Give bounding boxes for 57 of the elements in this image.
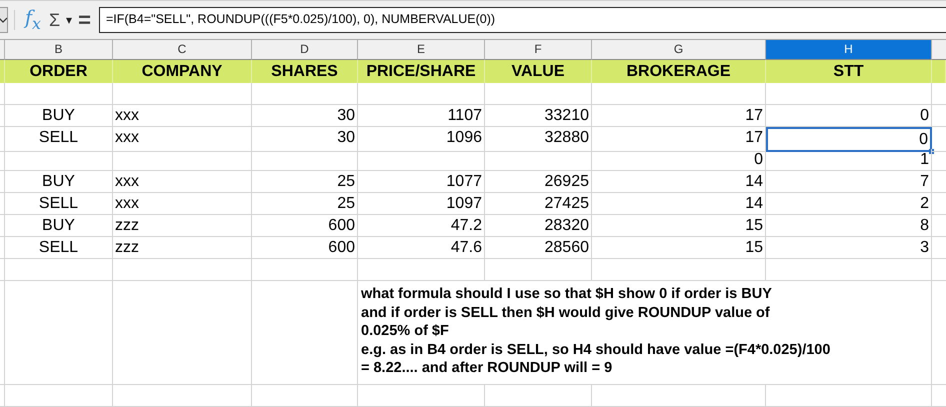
table-cell: 30 (252, 105, 358, 127)
table-cell: 28560 (485, 237, 592, 259)
table-cell: SELL (5, 193, 113, 215)
table-cell: 47.2 (358, 215, 485, 237)
chevron-down-icon (0, 17, 7, 23)
table-cell: zzz (113, 237, 252, 259)
table-cell: 600 (252, 215, 358, 237)
table-cell: zzz (113, 215, 252, 237)
formula-button[interactable]: = (78, 7, 91, 33)
table-cell: 1097 (358, 193, 485, 215)
header-cell: STT (766, 60, 932, 83)
table-cell: 26925 (485, 171, 592, 193)
table-cell: xxx (113, 127, 252, 152)
table-cell: xxx (113, 171, 252, 193)
table-cell: 30 (252, 127, 358, 152)
table-cell: 17 (592, 127, 766, 152)
table-cell: 0 (766, 105, 932, 127)
table-cell: 1096 (358, 127, 485, 152)
table-cell: 32880 (485, 127, 592, 152)
table-cell: 17 (592, 105, 766, 127)
table-cell: 33210 (485, 105, 592, 127)
header-cell: COMPANY (113, 60, 252, 83)
table-cell: 14 (592, 193, 766, 215)
note-text: what formula should I use so that $H show 0 if order is BUY and if order is SELL then $H would give ROUNDUP value of 0.025% of $F e.g. as in B4 order is SELL, so H4 should have value =(F4*0.025)/100 = 8.22.... and after ROUNDUP will = 9 (360, 285, 832, 378)
table-cell: 14 (592, 171, 766, 193)
table-cell: 25 (252, 171, 358, 193)
header-cell: BROKERAGE (592, 60, 766, 83)
table-cell: 15 (592, 215, 766, 237)
table-cell: 27425 (485, 193, 592, 215)
table-cell: 1107 (358, 105, 485, 127)
table-cell: xxx (113, 193, 252, 215)
table-cell: 8 (766, 215, 932, 237)
sum-button[interactable]: Σ (48, 10, 60, 30)
table-cell: 15 (592, 237, 766, 259)
header-cell: VALUE (485, 60, 592, 83)
header-cell: ORDER (5, 60, 113, 83)
header-cell: PRICE/SHARE (358, 60, 485, 83)
table-cell: 7 (766, 171, 932, 193)
table-cell: 47.6 (358, 237, 485, 259)
header-cell: SHARES (252, 60, 358, 83)
table-cell: 600 (252, 237, 358, 259)
sum-menu-button[interactable]: ▾ (66, 13, 72, 27)
column-header[interactable]: H (766, 40, 932, 60)
table-cell[interactable]: 0 (766, 127, 932, 152)
table-cell: SELL (5, 127, 113, 152)
table-cell: BUY (5, 171, 113, 193)
table-cell: 3 (766, 237, 932, 259)
table-cell: 2 (766, 193, 932, 215)
table-cell: SELL (5, 237, 113, 259)
table-cell: 25 (252, 193, 358, 215)
table-cell: BUY (5, 105, 113, 127)
table-cell: xxx (113, 105, 252, 127)
table-cell: BUY (5, 215, 113, 237)
formula-input[interactable]: =IF(B4="SELL", ROUNDUP(((F5*0.025)/100), 0), NUMBERVALUE(0)) (98, 7, 946, 33)
table-cell: 0 (592, 149, 766, 171)
table-cell: 1077 (358, 171, 485, 193)
table-cell: 28320 (485, 215, 592, 237)
